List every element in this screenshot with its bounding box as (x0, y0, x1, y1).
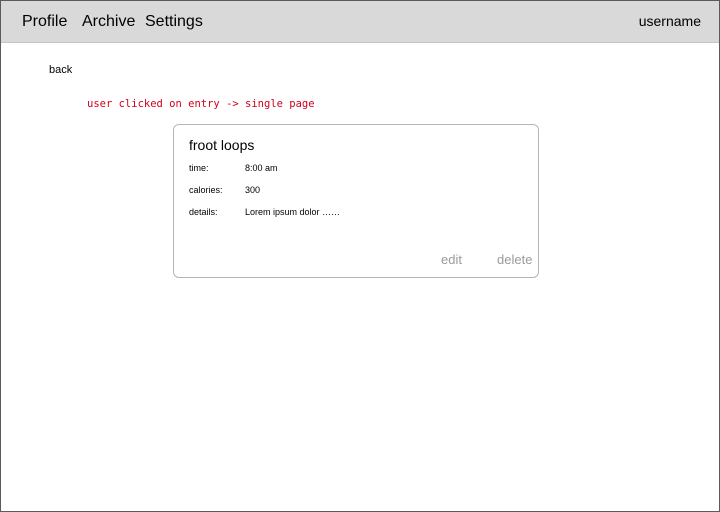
app-window: Profile Archive Settings username back u… (0, 0, 720, 512)
calories-value: 300 (245, 185, 261, 195)
entry-title: froot loops (189, 137, 255, 153)
entry-card: froot loops time: 8:00 am calories: 300 … (173, 124, 539, 278)
delete-button[interactable]: delete (497, 252, 532, 267)
top-navbar: Profile Archive Settings username (1, 1, 719, 43)
edit-button[interactable]: edit (441, 252, 462, 267)
nav-link-profile[interactable]: Profile (22, 13, 67, 31)
details-value: Lorem ipsum dolor …… (245, 207, 341, 217)
time-value: 8:00 am (245, 163, 278, 173)
username-label[interactable]: username (639, 13, 701, 29)
nav-link-settings[interactable]: Settings (145, 13, 203, 31)
time-label: time: (189, 163, 209, 173)
details-label: details: (189, 207, 218, 217)
wireframe-annotation: user clicked on entry -> single page (87, 98, 315, 110)
nav-link-archive[interactable]: Archive (82, 13, 135, 31)
back-link[interactable]: back (49, 64, 72, 77)
calories-label: calories: (189, 185, 223, 195)
